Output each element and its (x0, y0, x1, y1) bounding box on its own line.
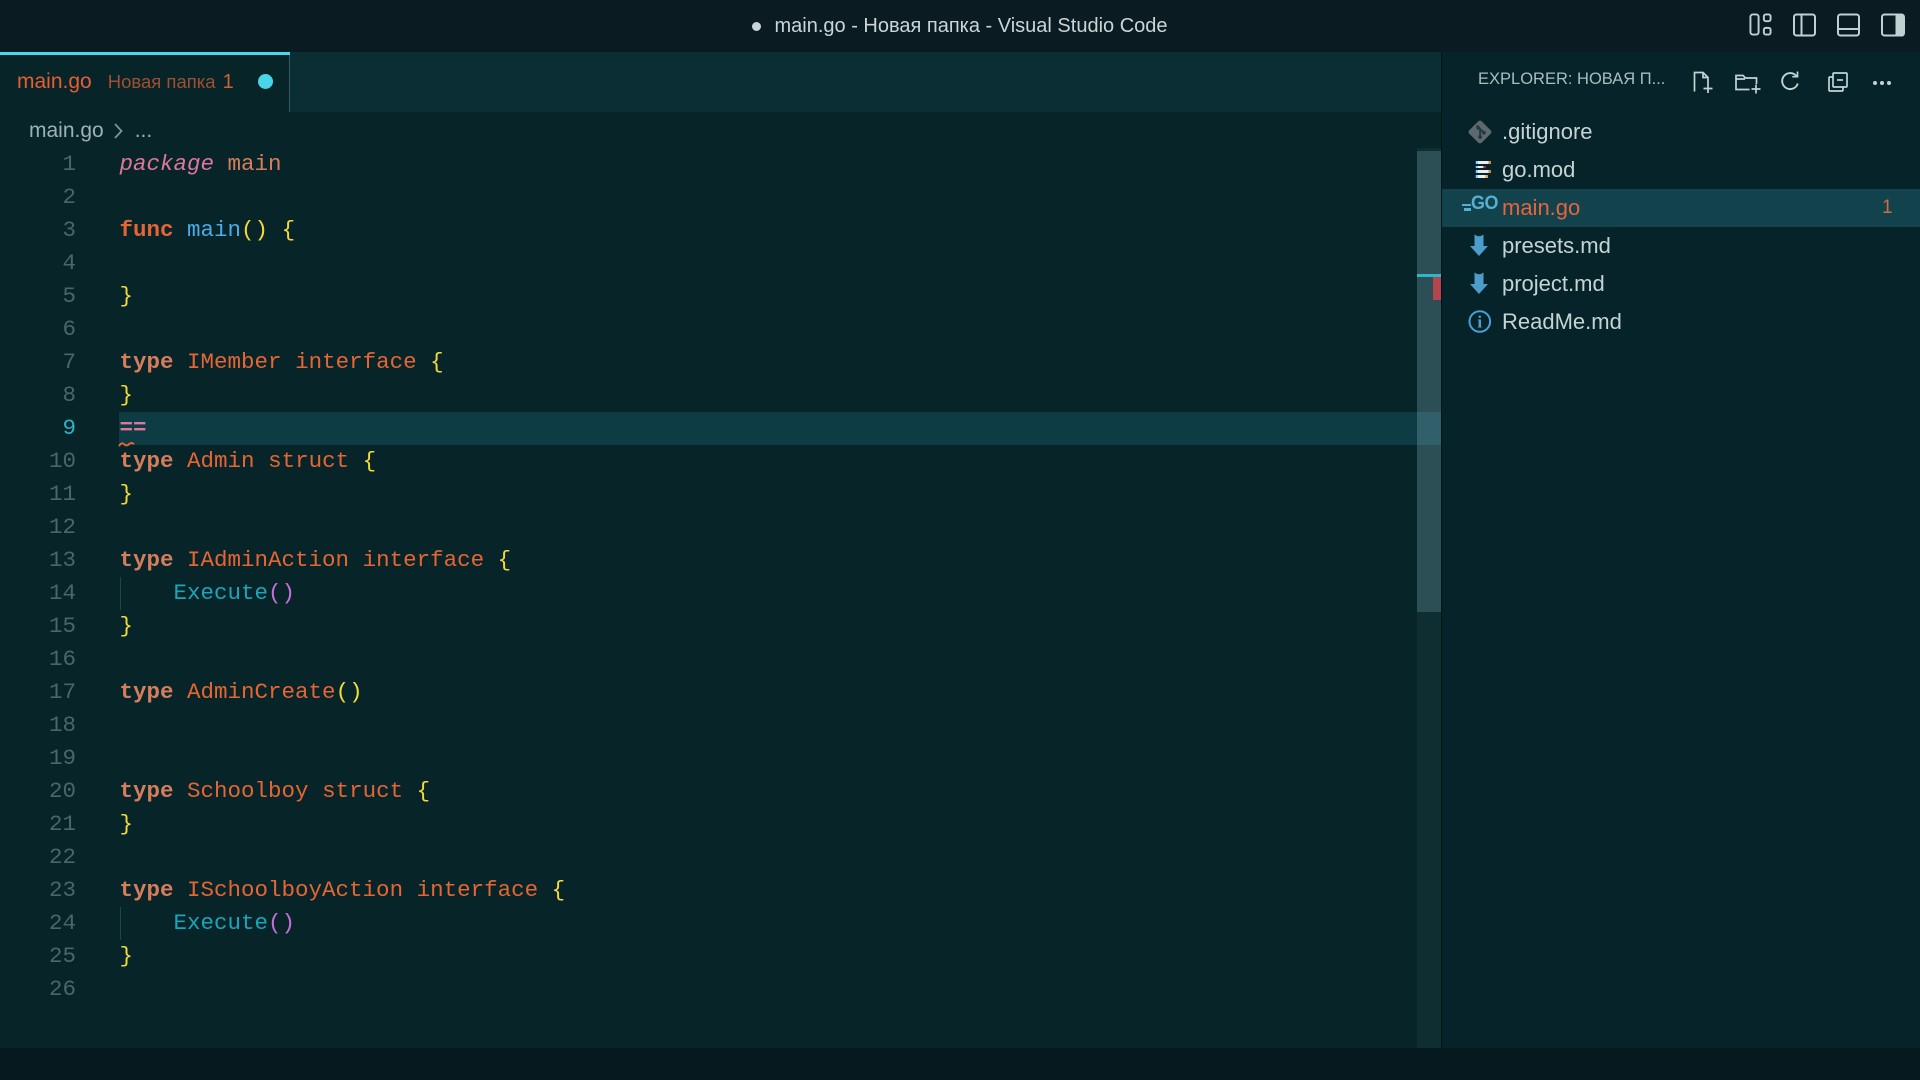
svg-text:i: i (1477, 313, 1482, 332)
